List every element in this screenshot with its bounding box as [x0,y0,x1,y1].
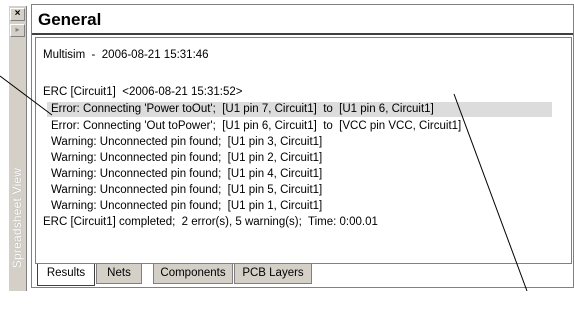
spreadsheet-view-label: Spreadsheet View [10,167,24,269]
dock-arrow-icon[interactable]: ▸ [10,24,25,37]
tab-pcb-layers[interactable]: PCB Layers [234,264,312,284]
side-strip: × ▸ Spreadsheet View [8,6,27,291]
log-line-warning[interactable]: Warning: Unconnected pin found; [U1 pin … [51,151,322,166]
panel-title: General [38,10,102,29]
spreadsheet-panel: General Multisim - 2006-08-21 15:31:46 E… [31,4,574,288]
log-line-selected-error[interactable]: Error: Connecting 'Power toOut'; [U1 pin… [47,102,552,117]
tab-components[interactable]: Components [153,264,233,284]
log-line: Multisim - 2006-08-21 15:31:46 [43,49,209,61]
log-line-warning[interactable]: Warning: Unconnected pin found; [U1 pin … [51,183,322,198]
results-log[interactable]: Multisim - 2006-08-21 15:31:46 ERC [Circ… [35,37,572,264]
log-line-warning[interactable]: Warning: Unconnected pin found; [U1 pin … [51,199,322,214]
log-line: ERC [Circuit1] <2006-08-21 15:31:52> [43,86,243,98]
log-line-summary: ERC [Circuit1] completed; 2 error(s), 5 … [43,216,378,228]
tab-bar: Results Nets Components PCB Layers [35,264,572,288]
close-icon[interactable]: × [10,8,25,21]
log-line-warning[interactable]: Warning: Unconnected pin found; [U1 pin … [51,167,322,182]
panel-header: General [32,5,573,35]
log-line-warning[interactable]: Warning: Unconnected pin found; [U1 pin … [51,135,322,150]
tab-results[interactable]: Results [37,264,95,286]
tab-nets[interactable]: Nets [96,264,142,284]
log-line-error[interactable]: Error: Connecting 'Out toPower'; [U1 pin… [51,119,461,134]
